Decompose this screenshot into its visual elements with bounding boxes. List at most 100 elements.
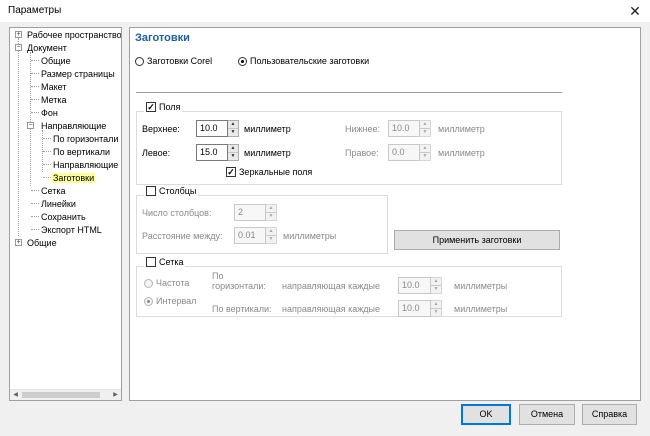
margins-checkbox[interactable]: ✓ Поля: [144, 102, 183, 112]
spin-buttons[interactable]: ▲ ▼: [228, 120, 239, 137]
radio-grid-frequency[interactable]: Частота: [144, 278, 189, 288]
tree-item-horizontal[interactable]: По горизонтали: [52, 133, 119, 145]
tree-item-general[interactable]: Общие: [40, 55, 72, 67]
spin-buttons[interactable]: ▲ ▼: [420, 120, 431, 137]
spin-up-icon[interactable]: ▲: [266, 228, 276, 236]
tree-item-workspace[interactable]: Рабочее пространство: [26, 29, 122, 41]
columns-checkbox[interactable]: Столбцы: [144, 186, 199, 196]
margin-top-spinbox[interactable]: 10.0 ▲ ▼: [196, 120, 239, 137]
expand-plus-icon[interactable]: +: [15, 31, 22, 38]
window-title: Параметры: [8, 5, 62, 16]
grid-vertical-label: По вертикали:: [212, 304, 272, 314]
options-tree[interactable]: + − − + Рабочее пространство Документ Об…: [9, 27, 122, 401]
radio-indicator: [144, 278, 153, 288]
margin-right-value[interactable]: 0.0: [388, 144, 420, 161]
radio-corel-presets[interactable]: Заготовки Corel: [135, 56, 212, 66]
spin-up-icon[interactable]: ▲: [228, 121, 238, 129]
scroll-left-icon[interactable]: ◀: [10, 390, 21, 400]
grid-vertical-unit: миллиметры: [454, 304, 508, 314]
spin-buttons[interactable]: ▲ ▼: [266, 204, 277, 221]
checkbox-box: ✓: [146, 102, 156, 112]
column-count-label: Число столбцов:: [142, 208, 212, 218]
margin-left-spinbox[interactable]: 15.0 ▲ ▼: [196, 144, 239, 161]
tree-item-label-page[interactable]: Метка: [40, 94, 68, 106]
column-count-value[interactable]: 2: [234, 204, 266, 221]
cancel-button[interactable]: Отмена: [519, 404, 575, 425]
tree-horizontal-scrollbar[interactable]: ◀ ▶: [10, 389, 121, 400]
spin-up-icon[interactable]: ▲: [228, 145, 238, 153]
margin-left-value[interactable]: 15.0: [196, 144, 228, 161]
spin-down-icon[interactable]: ▼: [266, 213, 276, 220]
grid-vertical-value[interactable]: 10.0: [398, 300, 431, 317]
spin-up-icon[interactable]: ▲: [420, 145, 430, 153]
spin-down-icon[interactable]: ▼: [431, 286, 441, 293]
tree-item-label: Линейки: [41, 199, 76, 209]
spin-buttons[interactable]: ▲ ▼: [431, 277, 442, 294]
spin-buttons[interactable]: ▲ ▼: [431, 300, 442, 317]
radio-grid-interval[interactable]: Интервал: [144, 296, 196, 306]
margin-bottom-value[interactable]: 10.0: [388, 120, 420, 137]
spin-buttons[interactable]: ▲ ▼: [420, 144, 431, 161]
spin-down-icon[interactable]: ▼: [228, 153, 238, 160]
grid-horizontal-spinbox[interactable]: 10.0 ▲ ▼: [398, 277, 442, 294]
tree-item-background[interactable]: Фон: [40, 107, 59, 119]
apply-presets-button[interactable]: Применить заготовки: [394, 230, 560, 250]
tree-line: [31, 203, 39, 204]
tree-item-grid[interactable]: Сетка: [40, 185, 66, 197]
margin-bottom-spinbox[interactable]: 10.0 ▲ ▼: [388, 120, 431, 137]
spin-up-icon[interactable]: ▲: [420, 121, 430, 129]
column-count-spinbox[interactable]: 2 ▲ ▼: [234, 204, 277, 221]
tree-item-guidelines-sub[interactable]: Направляющие: [52, 159, 119, 171]
spin-buttons[interactable]: ▲ ▼: [266, 227, 277, 244]
tree-item-rulers[interactable]: Линейки: [40, 198, 77, 210]
tree-item-document[interactable]: Документ: [26, 42, 68, 54]
help-button[interactable]: Справка: [582, 404, 637, 425]
spin-up-icon[interactable]: ▲: [266, 205, 276, 213]
expand-plus-icon[interactable]: +: [15, 239, 22, 246]
spin-down-icon[interactable]: ▼: [420, 153, 430, 160]
spin-buttons[interactable]: ▲ ▼: [228, 144, 239, 161]
tree-item-label: Метка: [41, 95, 67, 105]
scroll-right-icon[interactable]: ▶: [110, 390, 121, 400]
grid-horizontal-value[interactable]: 10.0: [398, 277, 431, 294]
tree-item-layout[interactable]: Макет: [40, 81, 67, 93]
tree-item-label: Фон: [41, 108, 58, 118]
tree-item-presets[interactable]: Заготовки: [52, 172, 96, 184]
tree-item-label: Размер страницы: [41, 69, 115, 79]
margin-top-unit: миллиметр: [244, 124, 291, 134]
ok-button[interactable]: OK: [461, 404, 511, 425]
collapse-minus-icon[interactable]: −: [27, 122, 34, 129]
mirror-margins-checkbox[interactable]: ✓ Зеркальные поля: [224, 167, 315, 177]
spin-down-icon[interactable]: ▼: [228, 129, 238, 136]
column-spacing-spinbox[interactable]: 0.01 ▲ ▼: [234, 227, 277, 244]
tree-item-export-html[interactable]: Экспорт HTML: [40, 224, 103, 236]
tree-item-page-size[interactable]: Размер страницы: [40, 68, 116, 80]
scrollbar-thumb[interactable]: [22, 392, 100, 398]
spin-down-icon[interactable]: ▼: [420, 129, 430, 136]
tree-item-guidelines[interactable]: Направляющие: [40, 120, 107, 132]
tree-item-label: Заготовки: [52, 173, 96, 183]
grid-vertical-spinbox[interactable]: 10.0 ▲ ▼: [398, 300, 442, 317]
spin-up-icon[interactable]: ▲: [431, 278, 441, 286]
radio-user-presets[interactable]: Пользовательские заготовки: [238, 56, 369, 66]
margin-right-spinbox[interactable]: 0.0 ▲ ▼: [388, 144, 431, 161]
spin-down-icon[interactable]: ▼: [266, 236, 276, 243]
tree-line: [31, 229, 39, 230]
close-icon[interactable]: ✕: [620, 0, 650, 22]
tree-line: [31, 99, 39, 100]
tree-item-save[interactable]: Сохранить: [40, 211, 87, 223]
column-spacing-value[interactable]: 0.01: [234, 227, 266, 244]
tree-item-label: Рабочее пространство: [27, 30, 122, 40]
checkbox-box: [146, 186, 156, 196]
margin-top-value[interactable]: 10.0: [196, 120, 228, 137]
tree-line: [43, 164, 51, 165]
spin-up-icon[interactable]: ▲: [431, 301, 441, 309]
spin-down-icon[interactable]: ▼: [431, 309, 441, 316]
tree-item-global[interactable]: Общие: [26, 237, 58, 249]
margin-left-unit: миллиметр: [244, 148, 291, 158]
tree-item-label: По вертикали: [53, 147, 111, 157]
grid-checkbox[interactable]: Сетка: [144, 257, 186, 267]
tree-item-vertical[interactable]: По вертикали: [52, 146, 111, 158]
checkbox-label: Поля: [159, 102, 181, 112]
collapse-minus-icon[interactable]: −: [15, 44, 22, 51]
